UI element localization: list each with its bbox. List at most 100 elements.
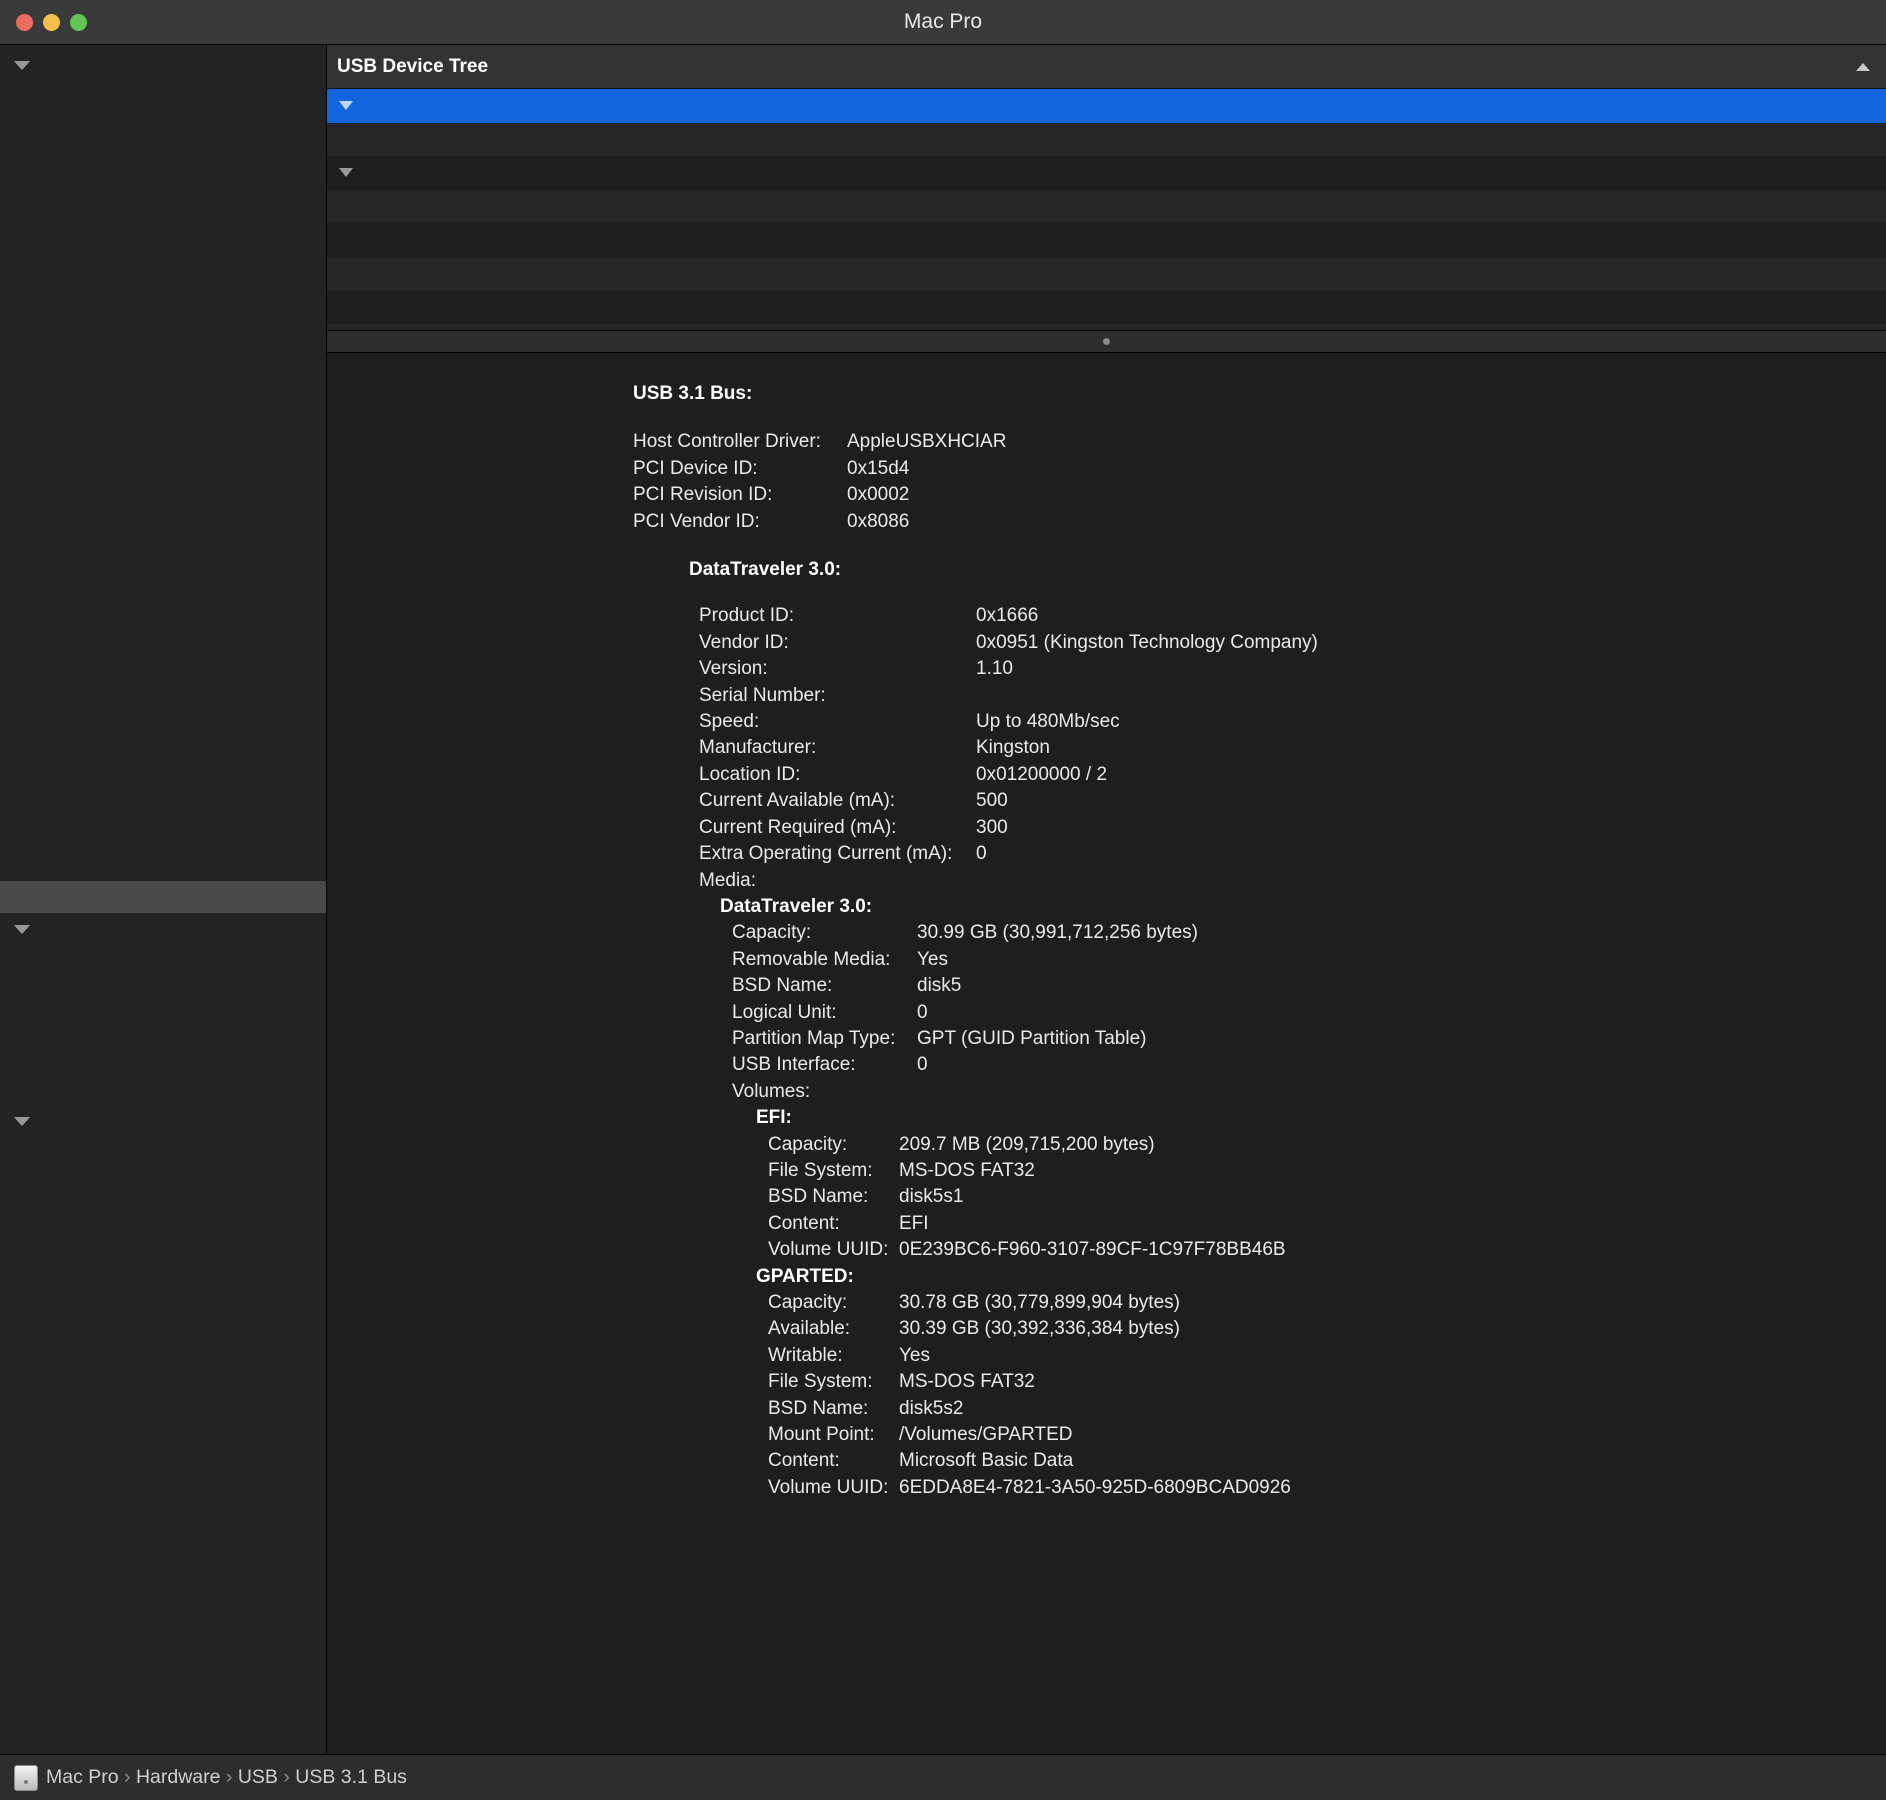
sidebar-item-sync-services[interactable] — [0, 1713, 326, 1745]
tree-row[interactable] — [327, 223, 1886, 257]
sidebar-item-locations[interactable] — [0, 977, 326, 1009]
sidebar-item-firewire[interactable] — [0, 433, 326, 465]
sidebar-item-printer-software[interactable] — [0, 1553, 326, 1585]
sidebar-item-sata-sata-express[interactable] — [0, 753, 326, 785]
sidebar-item-hardware-raid[interactable] — [0, 497, 326, 529]
sidebar-item-diagnostics[interactable] — [0, 305, 326, 337]
sidebar-item-pci[interactable] — [0, 593, 326, 625]
sidebar-item-thunderbolt[interactable] — [0, 849, 326, 881]
detail-value: MS-DOS FAT32 — [899, 1159, 1035, 1181]
chevron-up-icon[interactable] — [1856, 62, 1870, 71]
sidebar-item-legacy-software[interactable] — [0, 1425, 326, 1457]
breadcrumb-separator: › — [118, 1766, 136, 1788]
tree-row[interactable] — [327, 189, 1886, 224]
sidebar-item-raw-support[interactable] — [0, 1617, 326, 1649]
sidebar-item-profiles[interactable] — [0, 1585, 326, 1617]
minimize-button[interactable] — [43, 13, 60, 31]
sidebar-item-logs[interactable] — [0, 1457, 326, 1489]
sidebar-item-wi-fi[interactable] — [0, 1073, 326, 1105]
disclosure-triangle-icon[interactable] — [339, 101, 353, 111]
sidebar-item-storage[interactable] — [0, 817, 326, 849]
sidebar-group-network[interactable] — [0, 913, 326, 945]
sidebar-item-preference-panes[interactable] — [0, 1521, 326, 1553]
sidebar-item-apple-pay[interactable] — [0, 113, 326, 145]
sidebar-item-memory[interactable] — [0, 529, 326, 561]
sidebar-item-frameworks[interactable] — [0, 1361, 326, 1393]
breadcrumb-item[interactable]: USB 3.1 Bus — [295, 1766, 407, 1788]
sidebar-item-smartcards[interactable] — [0, 1649, 326, 1681]
sidebar-item-audio[interactable] — [0, 145, 326, 177]
sidebar-item-managed-client[interactable] — [0, 1489, 326, 1521]
detail-row: Current Available (mA): 500 — [327, 788, 1886, 814]
tree-row[interactable] — [327, 324, 1886, 330]
detail-value: 0x15d4 — [847, 457, 910, 479]
detail-row: Volume UUID: 0E239BC6-F960-3107-89CF-1C97… — [327, 1237, 1886, 1263]
detail-row: Removable Media: Yes — [327, 947, 1886, 973]
detail-key: File System: — [768, 1159, 873, 1181]
tree-row[interactable] — [327, 122, 1886, 157]
sidebar-item-volumes[interactable] — [0, 1009, 326, 1041]
sidebar-item-card-reader[interactable] — [0, 241, 326, 273]
sidebar-item-disabled-software[interactable] — [0, 1265, 326, 1297]
disclosure-triangle-icon[interactable] — [14, 1116, 30, 1126]
window-title: Mac Pro — [903, 10, 983, 33]
tree-row[interactable] — [327, 256, 1886, 291]
detail-key: Mount Point: — [768, 1424, 875, 1446]
disclosure-triangle-icon[interactable] — [339, 168, 353, 178]
sidebar-item-fibre-channel[interactable] — [0, 401, 326, 433]
sidebar-item-ethernet-cards[interactable] — [0, 369, 326, 401]
tree-row[interactable] — [327, 156, 1886, 190]
sidebar-item-parallel-scsi[interactable] — [0, 625, 326, 657]
pane-splitter[interactable] — [327, 331, 1886, 353]
sidebar-group-hardware[interactable] — [0, 49, 326, 81]
sidebar-item-power[interactable] — [0, 657, 326, 689]
detail-key: File System: — [768, 1371, 873, 1393]
detail-value: 6EDDA8E4-7821-3A50-925D-6809BCAD0926 — [899, 1476, 1291, 1498]
breadcrumb-item[interactable]: Mac Pro — [46, 1766, 119, 1788]
disclosure-triangle-icon[interactable] — [14, 60, 30, 70]
sidebar-item-printers[interactable] — [0, 689, 326, 721]
detail-key: Location ID: — [699, 763, 801, 785]
detail-value: /Volumes/GPARTED — [899, 1424, 1073, 1446]
sidebar[interactable] — [0, 45, 327, 1754]
detail-value: MS-DOS FAT32 — [899, 1371, 1035, 1393]
sidebar-item-installations[interactable] — [0, 1393, 326, 1425]
sidebar-item-accessibility[interactable] — [0, 1137, 326, 1169]
detail-key: Speed: — [699, 711, 760, 733]
sidebar-item-ata[interactable] — [0, 81, 326, 113]
breadcrumb: Mac Pro › Hardware › USB › USB 3.1 Bus — [46, 1766, 407, 1789]
sidebar-item-usb[interactable] — [0, 881, 326, 913]
close-button[interactable] — [16, 13, 33, 31]
sidebar-item-firewall[interactable] — [0, 945, 326, 977]
usb-device-tree-list[interactable] — [327, 89, 1886, 331]
tree-row[interactable] — [327, 291, 1886, 325]
breadcrumb-item[interactable]: Hardware — [136, 1766, 221, 1788]
detail-value: 300 — [976, 816, 1008, 838]
sidebar-item-startup-items[interactable] — [0, 1681, 326, 1713]
sidebar-item-sas[interactable] — [0, 721, 326, 753]
detail-row: Content: Microsoft Basic Data — [327, 1448, 1886, 1474]
sidebar-item-camera[interactable] — [0, 209, 326, 241]
breadcrumb-separator: › — [220, 1766, 238, 1788]
detail-row: Capacity: 30.78 GB (30,779,899,904 bytes) — [327, 1290, 1886, 1316]
detail-value: Microsoft Basic Data — [899, 1450, 1074, 1472]
sidebar-item-nvmexpress[interactable] — [0, 561, 326, 593]
sidebar-item-developer[interactable] — [0, 1233, 326, 1265]
sidebar-group-software[interactable] — [0, 1105, 326, 1137]
sidebar-item-bluetooth[interactable] — [0, 177, 326, 209]
sidebar-item-spi[interactable] — [0, 785, 326, 817]
detail-key: PCI Vendor ID: — [633, 510, 760, 532]
sidebar-item-disc-burning[interactable] — [0, 337, 326, 369]
disclosure-triangle-icon[interactable] — [14, 924, 30, 934]
breadcrumb-item[interactable]: USB — [238, 1766, 278, 1788]
sidebar-item-controller[interactable] — [0, 273, 326, 305]
sidebar-item-applications[interactable] — [0, 1169, 326, 1201]
detail-value: EFI — [899, 1212, 929, 1234]
sidebar-item-extensions[interactable] — [0, 1297, 326, 1329]
maximize-button[interactable] — [70, 13, 87, 31]
sidebar-item-components[interactable] — [0, 1201, 326, 1233]
tree-row[interactable] — [327, 89, 1886, 123]
sidebar-item-wwan[interactable] — [0, 1041, 326, 1073]
sidebar-item-fonts[interactable] — [0, 1329, 326, 1361]
sidebar-item-graphics-displays[interactable] — [0, 465, 326, 497]
